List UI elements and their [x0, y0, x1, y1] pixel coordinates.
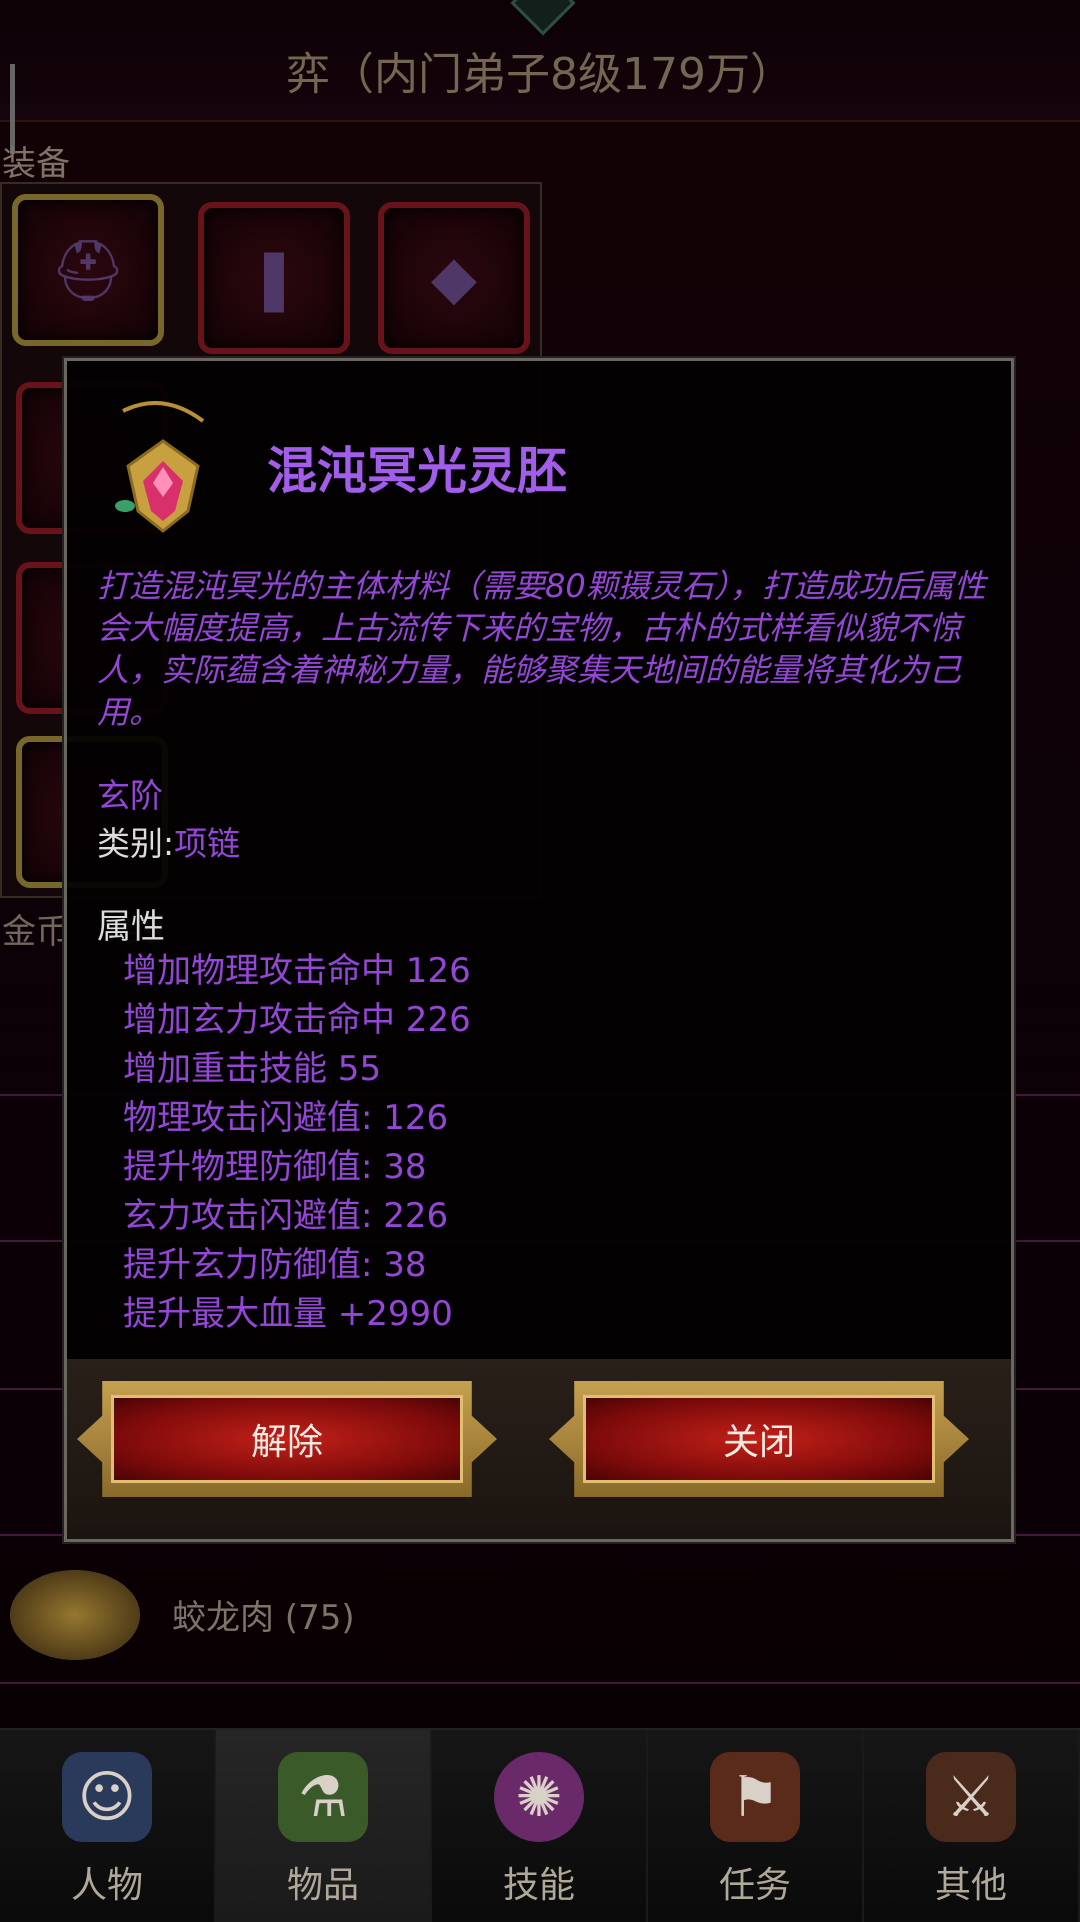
tab-label: 物品 [286, 1865, 359, 1906]
item-description: 打造混沌冥光的主体材料（需要80颗摄灵石），打造成功后属性会大幅度提高，上古流传… [97, 567, 986, 731]
tab-items[interactable]: ⚗ 物品 [216, 1730, 432, 1922]
tab-label: 技能 [502, 1865, 575, 1906]
tab-other[interactable]: ⚔ 其他 [864, 1730, 1080, 1922]
tab-character[interactable]: ☺ 人物 [0, 1730, 216, 1922]
tab-skills[interactable]: ✺ 技能 [432, 1730, 648, 1922]
items-potion-icon: ⚗ [278, 1752, 368, 1842]
attribute-list: 增加物理攻击命中 126 增加玄力攻击命中 226 增加重击技能 55 物理攻击… [123, 947, 471, 1339]
modal-button-bar: 解除 关闭 [67, 1359, 1011, 1539]
attribute-item: 提升玄力防御值: 38 [123, 1245, 427, 1285]
skill-swirl-icon: ✺ [494, 1752, 584, 1842]
bottom-nav: ☺ 人物 ⚗ 物品 ✺ 技能 ⚑ 任务 ⚔ 其他 [0, 1728, 1080, 1922]
character-icon: ☺ [62, 1752, 152, 1842]
attribute-item: 增加重击技能 55 [123, 1049, 382, 1089]
attribute-item: 物理攻击闪避值: 126 [123, 1098, 449, 1138]
item-grade: 玄阶 [97, 776, 163, 815]
category-label: 类别: [97, 824, 175, 863]
tab-quests[interactable]: ⚑ 任务 [648, 1730, 864, 1922]
attribute-item: 提升最大血量 +2990 [123, 1294, 453, 1334]
attributes-title: 属性 [97, 907, 165, 947]
tab-label: 任务 [718, 1865, 791, 1906]
close-button[interactable]: 关闭 [549, 1381, 969, 1497]
item-category: 类别:项链 [97, 817, 240, 865]
item-detail-modal: 混沌冥光灵胚 打造混沌冥光的主体材料（需要80颗摄灵石），打造成功后属性会大幅度… [64, 358, 1014, 1542]
item-name: 混沌冥光灵胚 [267, 442, 567, 500]
category-value: 项链 [174, 824, 241, 863]
unequip-button-label[interactable]: 解除 [111, 1395, 463, 1483]
other-icon: ⚔ [926, 1752, 1016, 1842]
close-button-label[interactable]: 关闭 [583, 1395, 935, 1483]
attribute-item: 增加玄力攻击命中 226 [123, 1000, 471, 1040]
tab-label: 人物 [70, 1865, 143, 1906]
attribute-item: 提升物理防御值: 38 [123, 1147, 427, 1187]
quest-icon: ⚑ [710, 1752, 800, 1842]
tab-label: 其他 [934, 1865, 1007, 1906]
attribute-item: 增加物理攻击命中 126 [123, 951, 471, 991]
unequip-button[interactable]: 解除 [77, 1381, 497, 1497]
necklace-pendant-icon [115, 401, 205, 533]
attribute-item: 玄力攻击闪避值: 226 [123, 1196, 449, 1236]
